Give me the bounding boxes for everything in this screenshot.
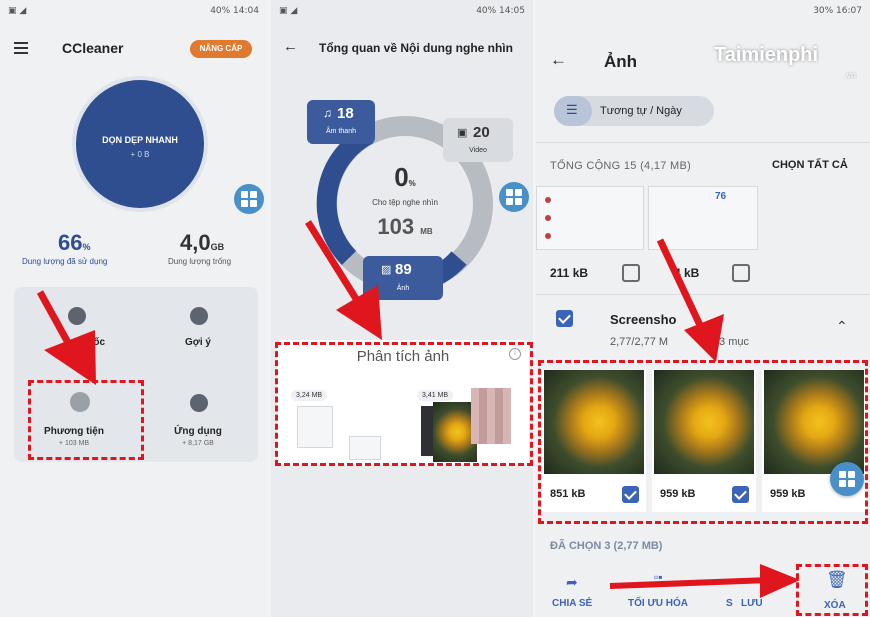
- tile-apps[interactable]: Ứng dụng + 8,17 GB: [138, 378, 258, 458]
- center-label: Cho tệp nghe nhìn: [372, 198, 438, 207]
- center-percent-number: 0: [394, 162, 409, 192]
- free-storage-label: Dung lượng trống: [168, 257, 232, 266]
- status-icons-left: ▣ ◢: [279, 6, 298, 16]
- chevron-up-icon[interactable]: ⌃: [836, 318, 848, 335]
- divider: [536, 142, 870, 143]
- used-storage-label: Dung lượng đã sử dụng: [22, 257, 108, 266]
- share-icon: ➦: [566, 574, 578, 590]
- thumb-row-dot: [545, 215, 551, 221]
- quick-clean-label: DỌN DẸP NHANH: [102, 135, 178, 145]
- filter-chip[interactable]: ☰ Tương tự / Ngày: [554, 96, 714, 126]
- center-size-number: 103: [377, 214, 415, 239]
- divider: [536, 294, 870, 295]
- apps-fab[interactable]: [499, 182, 529, 212]
- center-size: 103 MB: [271, 214, 533, 240]
- center-percent: 0%: [271, 162, 533, 193]
- highlight-media-tile: [28, 380, 144, 460]
- group-subtitle-b: /3 mục: [716, 336, 750, 348]
- status-time: 30% 16:07: [813, 6, 862, 16]
- back-arrow-icon[interactable]: ←: [283, 38, 298, 55]
- thumb-top-size-2: 4 kB: [674, 266, 700, 280]
- thumb-top-checkbox-1[interactable]: [622, 264, 640, 282]
- thumb-row-dot: [545, 197, 551, 203]
- screenshot-thumb-top-2[interactable]: 76: [648, 186, 758, 250]
- free-number: 4,0: [180, 230, 211, 255]
- tile-apps-label: Ứng dụng: [174, 426, 222, 437]
- panel-ccleaner-home: ▣ ◢ 40% 14:04 CCleaner NÂNG CẤP DỌN DẸP …: [0, 0, 267, 617]
- screenshot-thumb-top-1[interactable]: [536, 186, 644, 250]
- app-title: CCleaner: [62, 40, 124, 56]
- apps-icon: [190, 394, 208, 412]
- tile-suggest-label: Gợi ý: [184, 337, 211, 348]
- photo-label: Ảnh: [396, 285, 410, 292]
- quick-clean-size: + 0 B: [130, 150, 150, 159]
- apps-fab[interactable]: [234, 184, 264, 214]
- highlight-analysis-card: [275, 342, 533, 466]
- thumb-row-dot: [545, 233, 551, 239]
- center-percent-unit: %: [408, 179, 416, 188]
- tile-speed[interactable]: tốc: [14, 287, 134, 372]
- panel-photos: 30% 16:07 ← Ảnh Taimienphi .vn ☰ Tương t…: [536, 0, 870, 617]
- speedometer-icon: [68, 307, 86, 325]
- status-bar: ▣ ◢ 40% 14:05: [271, 0, 533, 22]
- backup-button[interactable]: S LƯU: [726, 598, 763, 609]
- upgrade-button[interactable]: NÂNG CẤP: [190, 40, 252, 58]
- video-card[interactable]: ▣ 20 Video: [443, 118, 513, 162]
- grid-icon: [506, 189, 522, 205]
- group-checkbox[interactable]: [556, 310, 573, 327]
- photo-card[interactable]: ▨ 89 Ảnh: [363, 256, 443, 300]
- selected-summary: ĐÃ CHỌN 3 (2,77 MB): [550, 540, 663, 552]
- select-all-button[interactable]: CHỌN TẤT CẢ: [772, 159, 848, 171]
- watermark-sub: .vn: [844, 70, 857, 80]
- filter-label: Tương tự / Ngày: [600, 105, 682, 117]
- share-button[interactable]: CHIA SẺ: [552, 598, 592, 609]
- used-number: 66: [58, 230, 83, 255]
- watermark-logo: Taimienphi: [714, 44, 818, 67]
- back-arrow-icon[interactable]: ←: [550, 50, 567, 70]
- tile-suggest[interactable]: Gợi ý: [138, 287, 258, 372]
- panel-media-overview: ▣ ◢ 40% 14:05 ← Tổng quan về Nội dung ng…: [271, 0, 533, 617]
- status-bar: ▣ ◢ 40% 14:04: [0, 0, 267, 22]
- video-count: 20: [473, 124, 490, 141]
- thumb-top-size-1: 211 kB: [550, 266, 589, 280]
- used-unit: %: [82, 242, 91, 252]
- audio-count: 18: [337, 105, 354, 122]
- mini-value: 76: [715, 191, 727, 202]
- status-time: 40% 14:05: [476, 6, 525, 16]
- audio-label: Âm thanh: [326, 128, 356, 135]
- optimize-button[interactable]: TỐI ƯU HÓA: [628, 598, 688, 609]
- group-title: Screensho: [610, 312, 677, 327]
- status-icons-left: ▣ ◢: [8, 6, 27, 16]
- highlight-selected-thumbs: [538, 360, 868, 524]
- watermark-text: Taimienphi: [714, 44, 819, 66]
- used-storage-value: 66%: [58, 230, 91, 256]
- video-icon: ▣: [457, 127, 468, 139]
- thumb-top-checkbox-2[interactable]: [732, 264, 750, 282]
- group-subtitle-a: 2,77/2,77 M: [610, 336, 669, 348]
- total-label: TỔNG CỘNG 15 (4,17 MB): [550, 160, 692, 172]
- menu-icon[interactable]: [14, 42, 28, 54]
- page-title: Tổng quan về Nội dung nghe nhìn: [319, 41, 513, 55]
- tile-speed-label: tốc: [90, 337, 105, 348]
- highlight-delete-button: [796, 564, 868, 616]
- optimize-icon: ▫▪: [654, 570, 663, 584]
- photo-count: 89: [395, 261, 412, 278]
- status-time: 40% 14:04: [210, 6, 259, 16]
- video-label: Video: [469, 147, 487, 154]
- free-unit: GB: [210, 242, 225, 252]
- music-note-icon: ♫: [323, 106, 332, 120]
- quick-clean-button[interactable]: DỌN DẸP NHANH + 0 B: [76, 80, 204, 208]
- grid-icon: [241, 191, 257, 207]
- status-bar: 30% 16:07: [536, 0, 870, 22]
- lightbulb-icon: [190, 307, 208, 325]
- sliders-icon: ☰: [566, 102, 578, 117]
- free-storage-value: 4,0GB: [180, 230, 224, 256]
- page-title: Ảnh: [604, 52, 638, 71]
- tile-apps-size: + 8,17 GB: [182, 440, 214, 447]
- image-icon: ▨: [381, 264, 392, 276]
- audio-card[interactable]: ♫ 18 Âm thanh: [307, 100, 375, 144]
- center-size-unit: MB: [420, 227, 433, 236]
